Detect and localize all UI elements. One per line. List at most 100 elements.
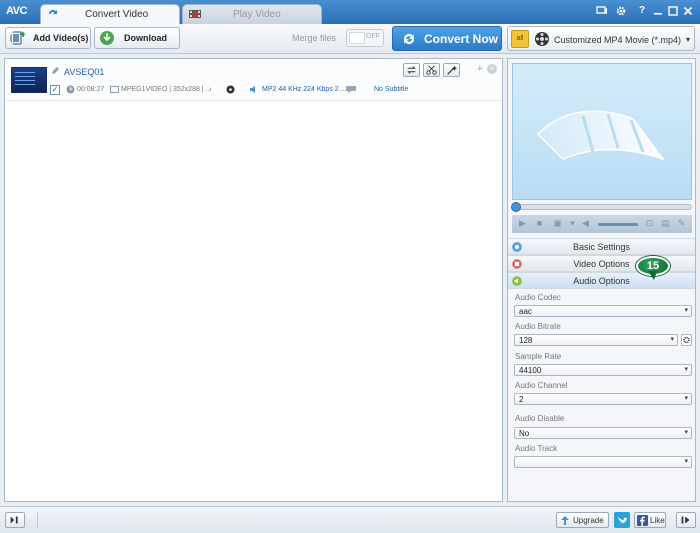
file-row[interactable]: AVSEQ01 ✓ 00:08:27 MPEG1VIDEO | 352x288 …: [6, 60, 501, 101]
convert-icon: [404, 34, 414, 44]
remove-file-icon[interactable]: ×: [487, 64, 497, 74]
tab-label: Play Video: [233, 9, 281, 20]
upgrade-icon: [561, 516, 569, 525]
audio-info[interactable]: MP2 44 KHz 224 Kbps 2 ...: [262, 86, 346, 93]
fullscreen-icon[interactable]: ⊡: [644, 218, 655, 229]
speaker-icon: [250, 86, 255, 93]
chevron-down-icon: ▾: [684, 395, 688, 402]
chevron-down-icon: ▾: [684, 307, 688, 314]
file-duration: 00:08:27: [77, 86, 105, 93]
select-value: No: [519, 429, 530, 438]
download-button[interactable]: Download: [94, 27, 180, 49]
add-videos-button[interactable]: Add Video(s): [5, 27, 91, 49]
close-icon[interactable]: [682, 5, 694, 17]
toggle-knob: [349, 32, 365, 44]
audio-track-label: Audio Track: [515, 444, 558, 453]
convert-now-label: Convert Now: [424, 32, 499, 46]
download-icon: [100, 31, 114, 45]
audio-channel-label: Audio Channel: [515, 381, 568, 390]
like-label: Like: [650, 516, 665, 525]
convert-settings-button[interactable]: [403, 63, 420, 77]
audio-disable-label: Audio Disable: [515, 414, 565, 423]
select-value: 44100: [519, 366, 542, 375]
audio-disable-select[interactable]: No ▾: [514, 427, 692, 439]
bitrate-settings-icon[interactable]: [681, 334, 692, 346]
video-info-icon: [110, 86, 119, 93]
audio-codec-select[interactable]: aac ▾: [514, 305, 692, 317]
audio-options-header[interactable]: Audio Options: [508, 272, 695, 289]
toolbar: Add Video(s) Download Merge files OFF Co…: [0, 24, 700, 54]
download-label: Download: [124, 33, 167, 43]
stop-icon[interactable]: ■: [534, 218, 545, 229]
file-checkbox[interactable]: ✓: [50, 85, 60, 95]
minimize-icon[interactable]: [652, 5, 664, 17]
tab-convert-video[interactable]: Convert Video: [40, 4, 180, 24]
film-strip-icon: [536, 110, 666, 161]
settings-icon[interactable]: ✎: [676, 218, 687, 229]
chevron-right-icon: ›: [209, 86, 212, 93]
chat-icon[interactable]: [596, 5, 608, 17]
add-video-icon: [10, 31, 26, 45]
profile-label: Customized MP4 Movie (*.mp4): [554, 35, 682, 45]
upgrade-button[interactable]: Upgrade: [556, 512, 609, 528]
tab-play-video[interactable]: Play Video: [182, 4, 322, 24]
file-name[interactable]: AVSEQ01: [64, 67, 104, 77]
section-label: Basic Settings: [572, 242, 631, 252]
app-logo: AVC: [6, 5, 27, 17]
select-value: 2: [519, 395, 524, 404]
clock-icon: [66, 85, 75, 94]
convert-icon: [49, 10, 57, 14]
film-icon: [189, 10, 201, 18]
help-icon[interactable]: ?: [636, 5, 648, 17]
twitter-icon[interactable]: [614, 512, 630, 528]
chevron-down-icon[interactable]: ▾: [567, 218, 578, 229]
chevron-down-icon: ▾: [670, 336, 674, 343]
video-info: MPEG1VIDEO | 352x288 | ...: [121, 86, 212, 93]
subtitle-select[interactable]: No Subtitle: [374, 86, 408, 93]
subtitle-icon: [346, 86, 356, 93]
cut-button[interactable]: [423, 63, 440, 77]
audio-bitrate-select[interactable]: 128 ▾: [514, 334, 678, 346]
audio-codec-label: Audio Codec: [515, 293, 561, 302]
video-preview: [512, 63, 692, 200]
folder-icon[interactable]: ▤: [660, 218, 671, 229]
gear-icon[interactable]: [615, 5, 627, 17]
add-icon[interactable]: +: [477, 63, 483, 75]
effects-button[interactable]: [443, 63, 460, 77]
seek-knob[interactable]: [511, 202, 521, 212]
merge-files-toggle[interactable]: OFF: [346, 29, 384, 47]
basic-settings-header[interactable]: Basic Settings: [508, 238, 695, 255]
sample-rate-select[interactable]: 44100 ▾: [514, 364, 692, 376]
select-value: aac: [519, 307, 532, 316]
chevron-down-icon: ▾: [684, 429, 688, 436]
maximize-icon[interactable]: [667, 5, 679, 17]
toggle-preview-icon[interactable]: [676, 512, 696, 528]
tab-label: Convert Video: [85, 9, 149, 20]
all-profiles-icon[interactable]: all: [511, 30, 529, 48]
volume-slider[interactable]: [598, 223, 638, 226]
audio-channel-select[interactable]: 2 ▾: [514, 393, 692, 405]
volume-icon[interactable]: ◀: [580, 218, 591, 229]
step-badge-tail: [648, 271, 657, 280]
output-profile-select[interactable]: all Customized MP4 Movie (*.mp4) ▾: [507, 26, 695, 51]
chevron-down-icon: ▾: [684, 366, 688, 373]
video-thumbnail[interactable]: [11, 67, 47, 93]
rename-icon[interactable]: [51, 66, 60, 75]
audio-track-icon[interactable]: [226, 85, 235, 94]
chevron-down-icon: ▾: [684, 458, 688, 465]
convert-now-button[interactable]: Convert Now: [392, 26, 502, 51]
player-controls: ▶ ■ ▣ ▾ ◀ ⊡ ▤ ✎: [512, 215, 692, 233]
toggle-panel-icon[interactable]: [5, 512, 25, 528]
film-reel-icon: [535, 32, 549, 46]
snapshot-icon[interactable]: ▣: [552, 218, 563, 229]
section-label: Audio Options: [573, 276, 630, 286]
toggle-state: OFF: [366, 33, 380, 40]
title-bar: AVC Convert Video Play Video ?: [0, 0, 700, 24]
facebook-like-button[interactable]: Like: [634, 512, 666, 528]
sample-rate-label: Sample Rate: [515, 352, 562, 361]
status-bar: Upgrade Like: [0, 506, 700, 533]
audio-track-select[interactable]: ▾: [514, 456, 692, 468]
seek-slider[interactable]: [511, 202, 692, 212]
play-icon[interactable]: ▶: [517, 218, 528, 229]
file-list[interactable]: AVSEQ01 ✓ 00:08:27 MPEG1VIDEO | 352x288 …: [4, 58, 503, 502]
